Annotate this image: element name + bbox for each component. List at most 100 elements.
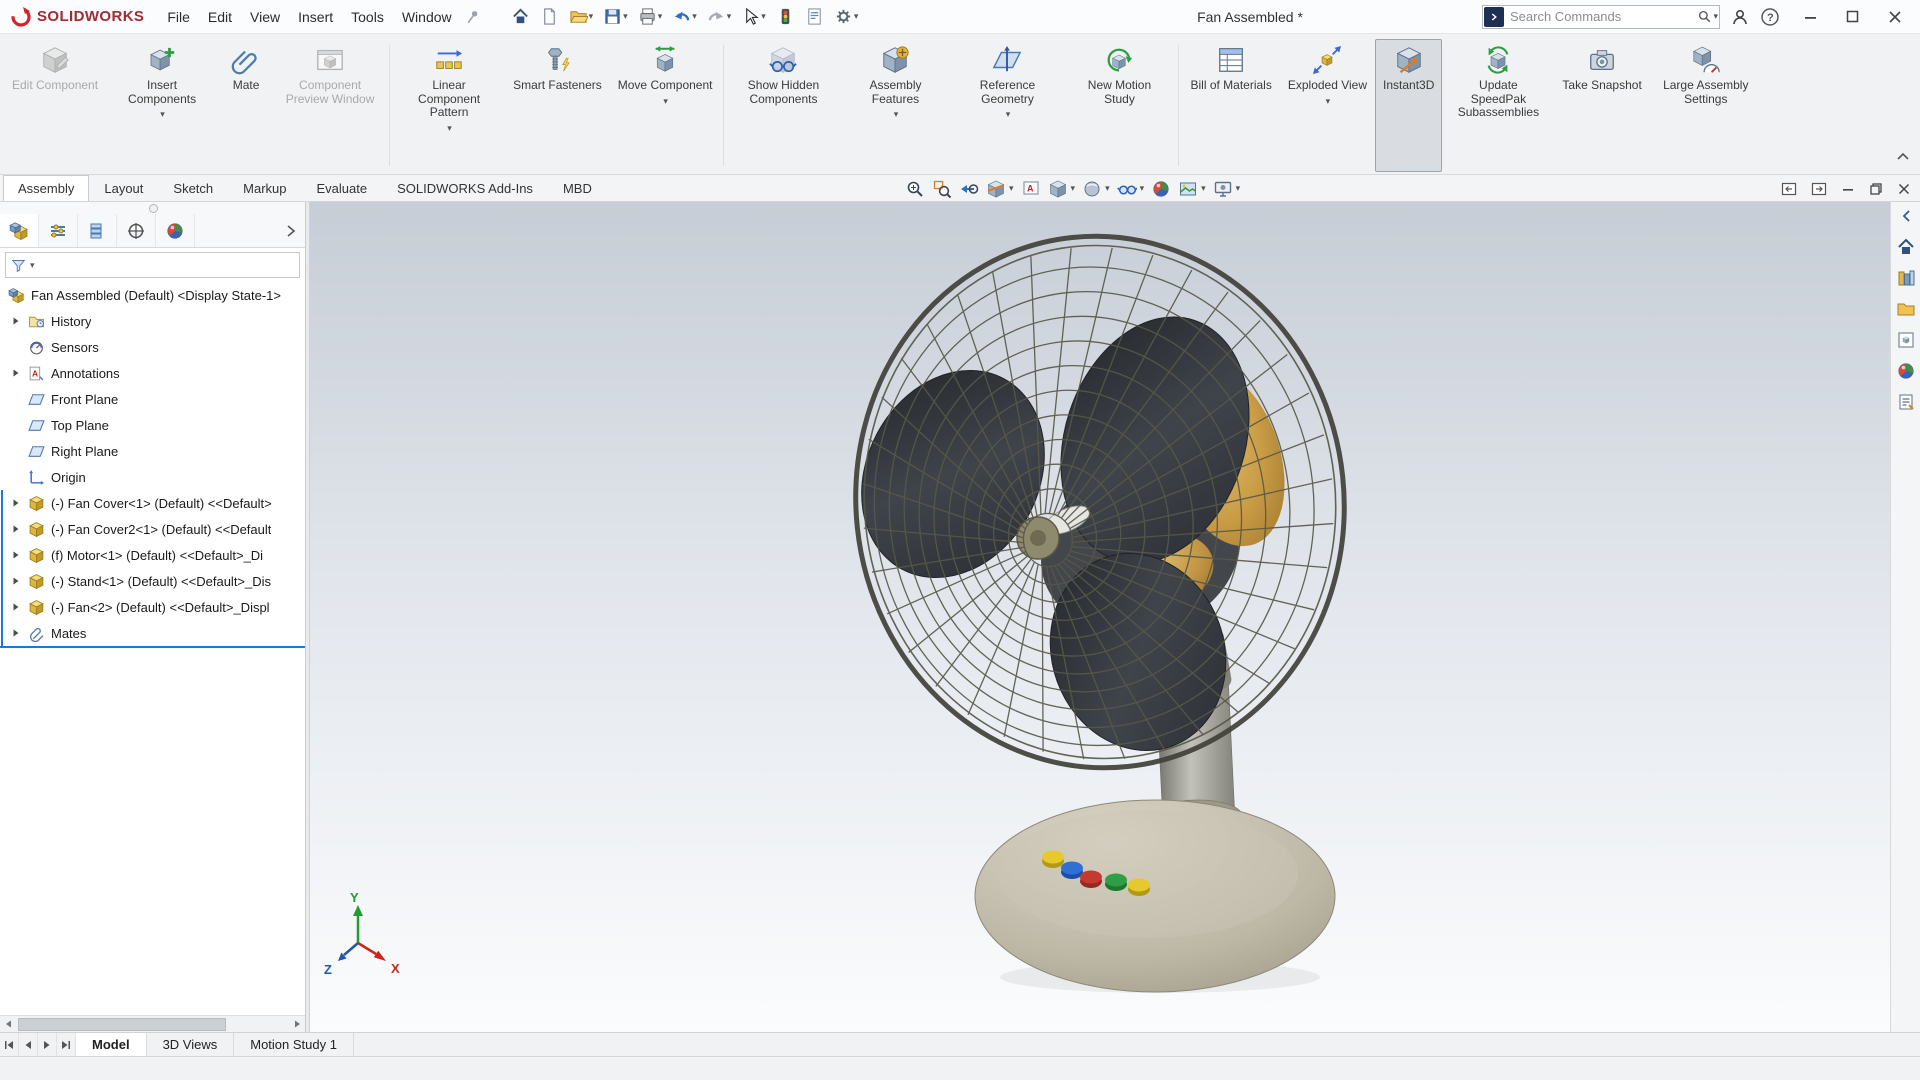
instant3d-button[interactable]: Instant3D (1375, 39, 1443, 172)
select-button[interactable]: ▾ (737, 4, 770, 29)
hide-show-items-button[interactable]: ▾ (1116, 179, 1145, 199)
tree-filter-input[interactable] (37, 258, 294, 272)
expander-icon[interactable] (12, 629, 22, 637)
tab-configuration-manager[interactable] (78, 214, 117, 247)
expander-icon[interactable] (12, 525, 22, 533)
tab-feature-manager[interactable] (0, 214, 39, 247)
dropdown-arrow-icon[interactable]: ▾ (1006, 110, 1011, 119)
save-button[interactable]: ▾ (599, 4, 632, 29)
expander-icon[interactable] (12, 369, 22, 377)
scroll-right-icon[interactable] (288, 1016, 305, 1032)
display-style-button[interactable]: ▾ (1082, 179, 1110, 199)
tree-item-top-plane[interactable]: Top Plane (0, 412, 305, 438)
options-button[interactable]: ▾ (830, 4, 863, 29)
tree-item-fan-cover-2[interactable]: (-) Fan Cover2<1> (Default) <<Default (0, 516, 305, 542)
tree-item-right-plane[interactable]: Right Plane (0, 438, 305, 464)
appearances-scenes-icon[interactable] (1894, 360, 1918, 382)
reference-geometry-button[interactable]: Reference Geometry ▾ (951, 39, 1063, 172)
previous-view-button[interactable] (959, 179, 979, 199)
dropdown-arrow-icon[interactable]: ▾ (1140, 184, 1145, 193)
large-assembly-settings-button[interactable]: Large Assembly Settings (1650, 39, 1762, 172)
scroll-left-icon[interactable] (0, 1016, 17, 1032)
linear-component-pattern-button[interactable]: Linear Component Pattern ▾ (393, 39, 505, 172)
bill-of-materials-button[interactable]: Bill of Materials (1182, 39, 1279, 172)
expander-icon[interactable] (12, 499, 22, 507)
zoom-to-area-button[interactable] (932, 179, 952, 199)
tab-3d-views[interactable]: 3D Views (147, 1033, 235, 1056)
tree-item-front-plane[interactable]: Front Plane (0, 386, 305, 412)
show-hidden-components-button[interactable]: Show Hidden Components (727, 39, 839, 172)
print-button[interactable]: ▾ (634, 4, 667, 29)
take-snapshot-button[interactable]: Take Snapshot (1554, 39, 1649, 172)
dropdown-arrow-icon[interactable]: ▾ (1105, 184, 1110, 193)
move-component-button[interactable]: Move Component ▾ (610, 39, 721, 172)
dynamic-annotation-views-button[interactable]: A (1021, 179, 1041, 199)
new-document-button[interactable] (536, 4, 563, 29)
tab-display-manager[interactable] (156, 214, 195, 247)
close-button[interactable] (1874, 0, 1916, 34)
tree-item-motor[interactable]: (f) Motor<1> (Default) <<Default>_Di (0, 542, 305, 568)
menu-tools[interactable]: Tools (342, 0, 393, 34)
exploded-view-button[interactable]: Exploded View ▾ (1280, 39, 1375, 172)
dropdown-arrow-icon[interactable]: ▾ (589, 12, 594, 21)
document-minimize-icon[interactable] (1840, 181, 1856, 197)
undo-button[interactable]: ▾ (668, 4, 701, 29)
document-restore-icon[interactable] (1868, 181, 1884, 197)
fan-base[interactable] (974, 799, 1336, 993)
view-orientation-button[interactable]: ▾ (1048, 179, 1075, 199)
menu-edit[interactable]: Edit (199, 0, 241, 34)
dropdown-arrow-icon[interactable]: ▾ (1009, 184, 1014, 193)
window-switch-left-icon[interactable] (1780, 181, 1798, 197)
new-motion-study-button[interactable]: New Motion Study (1063, 39, 1175, 172)
dropdown-arrow-icon[interactable]: ▾ (1713, 12, 1718, 21)
expander-icon[interactable] (12, 577, 22, 585)
tab-evaluate[interactable]: Evaluate (302, 175, 383, 201)
dropdown-arrow-icon[interactable]: ▾ (30, 260, 35, 270)
view-settings-button[interactable]: ▾ (1213, 179, 1240, 199)
assembly-features-button[interactable]: Assembly Features ▾ (839, 39, 951, 172)
zoom-to-fit-button[interactable] (905, 179, 925, 199)
custom-properties-icon[interactable] (1894, 391, 1918, 413)
dropdown-arrow-icon[interactable]: ▾ (692, 12, 697, 21)
rebuild-button[interactable] (772, 4, 799, 29)
graphics-area[interactable]: Y X Z (310, 202, 1890, 1032)
filter-funnel-icon[interactable] (11, 258, 26, 273)
dropdown-arrow-icon[interactable]: ▾ (894, 110, 899, 119)
search-scope-icon[interactable] (1484, 6, 1504, 27)
edit-appearance-button[interactable] (1151, 179, 1171, 199)
tree-item-origin[interactable]: Origin (0, 464, 305, 490)
menu-file[interactable]: File (158, 0, 199, 34)
view-palette-icon[interactable] (1894, 329, 1918, 351)
tab-assembly[interactable]: Assembly (3, 175, 90, 201)
tab-markup[interactable]: Markup (228, 175, 301, 201)
file-properties-button[interactable] (801, 4, 828, 29)
file-explorer-icon[interactable] (1894, 298, 1918, 320)
dropdown-arrow-icon[interactable]: ▾ (854, 12, 859, 21)
open-button[interactable]: ▾ (565, 4, 598, 29)
expander-icon[interactable] (12, 603, 22, 611)
maximize-button[interactable] (1832, 0, 1874, 34)
dropdown-arrow-icon[interactable]: ▾ (447, 123, 452, 133)
dropdown-arrow-icon[interactable]: ▾ (623, 12, 628, 21)
tab-layout[interactable]: Layout (89, 175, 158, 201)
help-icon[interactable]: ? (1760, 7, 1780, 27)
tree-item-mates[interactable]: Mates (0, 620, 305, 646)
welcome-home-button[interactable] (507, 4, 534, 29)
tab-scroll-previous-icon[interactable] (19, 1033, 38, 1056)
tab-dimxpert-manager[interactable] (117, 214, 156, 247)
dropdown-arrow-icon[interactable]: ▾ (1326, 96, 1331, 106)
pin-menu-icon[interactable] (465, 9, 481, 25)
tree-item-sensors[interactable]: Sensors (0, 334, 305, 360)
window-switch-right-icon[interactable] (1810, 181, 1828, 197)
collapse-ribbon-icon[interactable] (1896, 148, 1910, 166)
minimize-button[interactable] (1790, 0, 1832, 34)
tree-item-stand[interactable]: (-) Stand<1> (Default) <<Default>_Dis (0, 568, 305, 594)
button-yellow-1[interactable] (1042, 850, 1064, 869)
insert-components-button[interactable]: Insert Components ▾ (106, 39, 218, 172)
design-library-icon[interactable] (1894, 267, 1918, 289)
tree-item-fan[interactable]: (-) Fan<2> (Default) <<Default>_Displ (0, 594, 305, 620)
dropdown-arrow-icon[interactable]: ▾ (761, 12, 766, 21)
search-input[interactable] (1504, 9, 1698, 24)
tree-item-annotations[interactable]: Annotations (0, 360, 305, 386)
tab-scroll-last-icon[interactable] (57, 1033, 76, 1056)
